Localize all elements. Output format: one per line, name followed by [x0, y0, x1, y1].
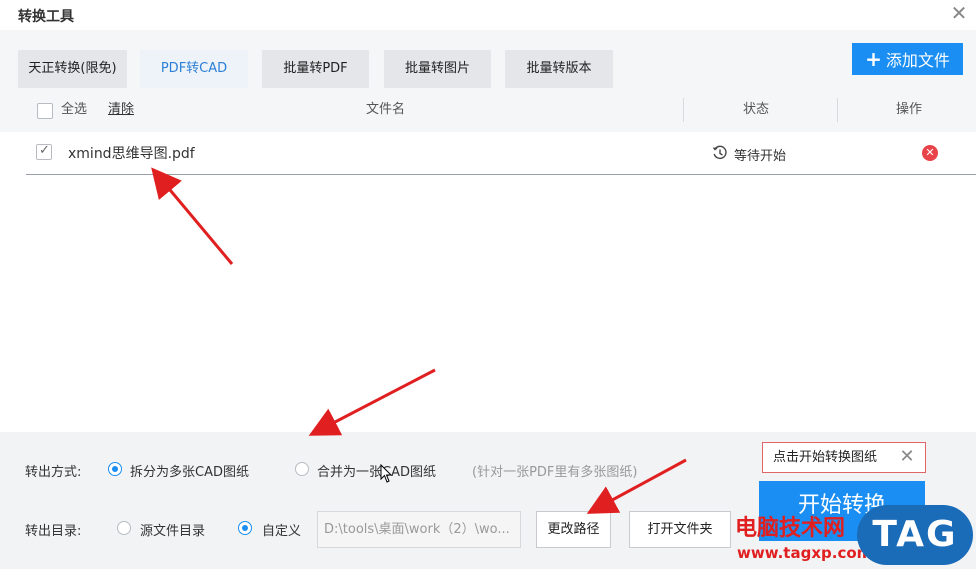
watermark-site-name: 电脑技术网 — [735, 516, 846, 541]
annotation-arrow — [586, 458, 687, 514]
annotation-arrow — [308, 368, 436, 436]
annotation-arrows — [151, 167, 687, 514]
watermark-tag-logo: TAG — [857, 505, 973, 565]
annotation-arrow — [151, 167, 234, 265]
watermark-url: www.tagxp.com — [737, 544, 873, 562]
